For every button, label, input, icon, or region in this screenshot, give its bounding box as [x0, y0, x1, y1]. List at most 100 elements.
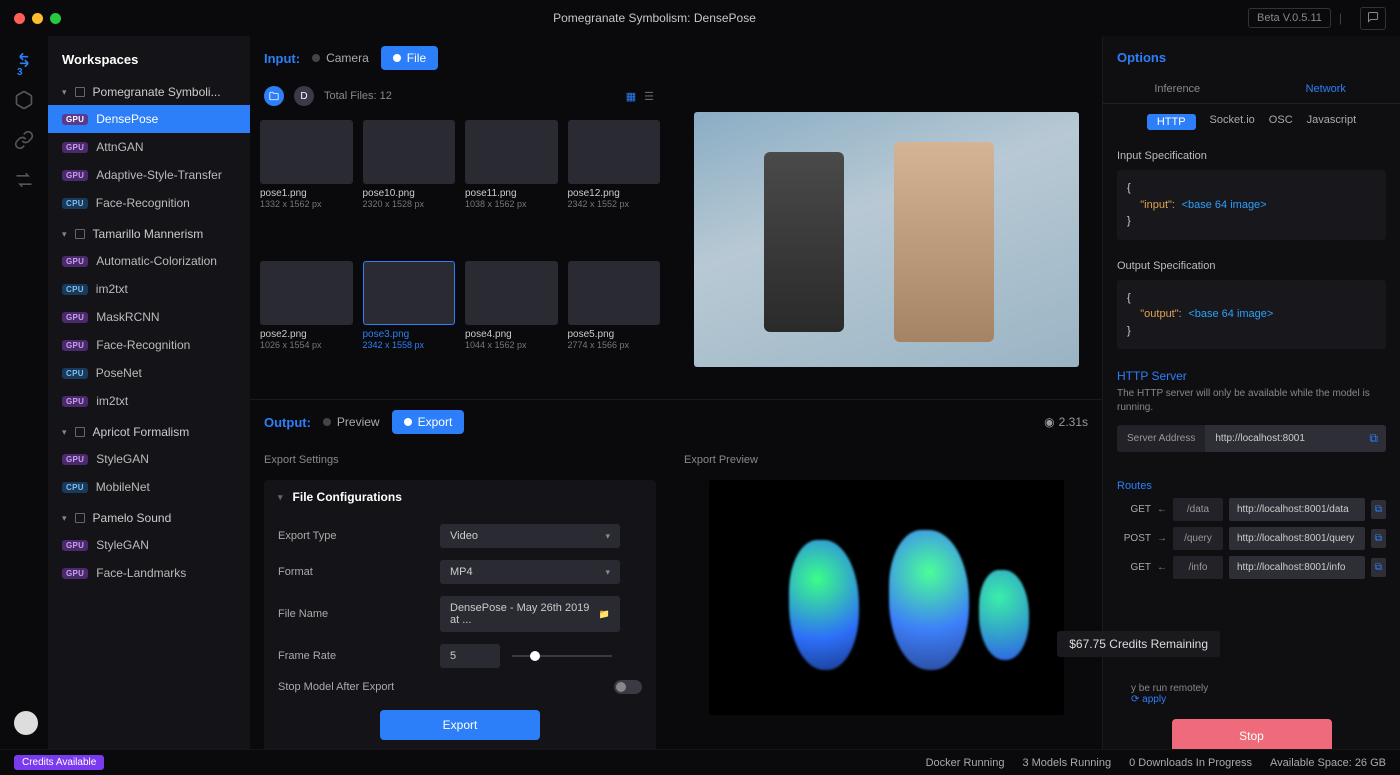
copy-route-icon[interactable]: ⧉: [1371, 529, 1386, 548]
model-item[interactable]: GPUAutomatic-Colorization: [48, 247, 250, 275]
copy-address-icon[interactable]: ⧉: [1361, 425, 1386, 452]
models-status: 3 Models Running: [1022, 757, 1111, 769]
list-view-icon[interactable]: ☰: [642, 88, 656, 105]
filename-input[interactable]: DensePose - May 26th 2019 at ...📁: [440, 596, 620, 632]
workspace-header[interactable]: ▾Tamarillo Mannerism: [48, 221, 250, 247]
file-thumbnail: [465, 120, 558, 184]
input-header: Input: Camera File: [250, 36, 1102, 80]
file-name: pose12.png: [568, 188, 661, 199]
route-path: /query: [1173, 527, 1223, 550]
file-dimensions: 2320 x 1528 px: [363, 199, 456, 209]
file-item[interactable]: pose12.png2342 x 1552 px: [568, 120, 661, 251]
run-remote-text: y be run remotely⟳ apply: [1117, 683, 1386, 705]
file-item[interactable]: pose1.png1332 x 1562 px: [260, 120, 353, 251]
framerate-slider[interactable]: [512, 655, 612, 657]
stop-button[interactable]: Stop: [1172, 719, 1332, 753]
model-item[interactable]: CPUim2txt: [48, 275, 250, 303]
workspaces-icon[interactable]: 3: [14, 50, 34, 70]
workspace-header[interactable]: ▾Apricot Formalism: [48, 419, 250, 445]
credits-remaining: $67.75 Credits Remaining: [1057, 631, 1220, 657]
model-item[interactable]: GPUAttnGAN: [48, 133, 250, 161]
stop-after-toggle[interactable]: [614, 680, 642, 694]
close-window-icon[interactable]: [14, 13, 25, 24]
compute-chip: GPU: [62, 568, 88, 579]
flow-icon[interactable]: [14, 170, 34, 190]
file-item[interactable]: pose4.png1044 x 1562 px: [465, 261, 558, 392]
file-item[interactable]: pose10.png2320 x 1528 px: [363, 120, 456, 251]
workspace-header[interactable]: ▾Pamelo Sound: [48, 505, 250, 531]
model-item[interactable]: GPUAdaptive-Style-Transfer: [48, 161, 250, 189]
model-item[interactable]: CPUFace-Recognition: [48, 189, 250, 217]
export-preview-panel: Export Preview: [670, 444, 1102, 775]
export-type-select[interactable]: Video▾: [440, 524, 620, 548]
output-header: Output: Preview Export ◉2.31s: [250, 400, 1102, 444]
add-icon[interactable]: D: [294, 86, 314, 106]
file-item[interactable]: pose11.png1038 x 1562 px: [465, 120, 558, 251]
input-camera-toggle[interactable]: Camera: [312, 51, 369, 65]
output-preview-toggle[interactable]: Preview: [323, 415, 380, 429]
output-export-toggle[interactable]: Export: [392, 410, 465, 434]
compute-chip: GPU: [62, 454, 88, 465]
copy-route-icon[interactable]: ⧉: [1371, 500, 1386, 519]
file-thumbnail: [260, 261, 353, 325]
folder-icon[interactable]: [264, 86, 284, 106]
http-server-desc: The HTTP server will only be available w…: [1117, 387, 1386, 415]
tab-inference[interactable]: Inference: [1103, 75, 1252, 103]
feedback-icon[interactable]: [1360, 7, 1386, 30]
route-method: POST: [1117, 533, 1151, 544]
compute-chip: CPU: [62, 482, 88, 493]
options-panel: Options Inference Network HTTP Socket.io…: [1102, 36, 1400, 775]
compute-chip: GPU: [62, 256, 88, 267]
export-button[interactable]: Export: [380, 710, 540, 740]
link-icon[interactable]: [14, 130, 34, 150]
file-item[interactable]: pose5.png2774 x 1566 px: [568, 261, 661, 392]
copy-route-icon[interactable]: ⧉: [1371, 558, 1386, 577]
file-item[interactable]: pose2.png1026 x 1554 px: [260, 261, 353, 392]
file-config-accordion[interactable]: ▾File Configurations: [264, 480, 656, 514]
options-heading: Options: [1103, 44, 1400, 75]
route-url[interactable]: http://localhost:8001/query: [1229, 527, 1365, 550]
model-item[interactable]: GPUDensePose: [48, 105, 250, 133]
file-name: pose3.png: [363, 329, 456, 340]
user-avatar[interactable]: [14, 711, 38, 735]
model-item[interactable]: GPUStyleGAN: [48, 445, 250, 473]
credits-badge[interactable]: Credits Available: [14, 755, 104, 770]
tab-network[interactable]: Network: [1252, 75, 1400, 103]
model-name: im2txt: [96, 282, 128, 296]
model-item[interactable]: GPUFace-Landmarks: [48, 559, 250, 587]
framerate-input[interactable]: [440, 644, 500, 668]
pill-socketio[interactable]: Socket.io: [1210, 114, 1255, 130]
arrow-icon: ←: [1157, 504, 1167, 515]
model-item[interactable]: GPUim2txt: [48, 387, 250, 415]
file-item[interactable]: pose3.png2342 x 1558 px: [363, 261, 456, 392]
model-item[interactable]: CPU MobileNet: [48, 473, 250, 501]
pill-javascript[interactable]: Javascript: [1307, 114, 1357, 130]
models-icon[interactable]: [14, 90, 34, 110]
titlebar: Pomegranate Symbolism: DensePose Beta V.…: [0, 0, 1400, 36]
input-file-toggle[interactable]: File: [381, 46, 438, 70]
model-item[interactable]: GPUStyleGAN: [48, 531, 250, 559]
maximize-window-icon[interactable]: [50, 13, 61, 24]
minimize-window-icon[interactable]: [32, 13, 43, 24]
server-address-label: Server Address: [1117, 425, 1205, 452]
model-item[interactable]: GPUMaskRCNN: [48, 303, 250, 331]
model-item[interactable]: CPUPoseNet: [48, 359, 250, 387]
compute-chip: GPU: [62, 170, 88, 181]
server-address-value[interactable]: http://localhost:8001: [1205, 425, 1361, 452]
route-url[interactable]: http://localhost:8001/info: [1229, 556, 1365, 579]
route-url[interactable]: http://localhost:8001/data: [1229, 498, 1365, 521]
model-name: AttnGAN: [96, 140, 143, 154]
model-item[interactable]: GPUFace-Recognition: [48, 331, 250, 359]
pill-osc[interactable]: OSC: [1269, 114, 1293, 130]
workspace-header[interactable]: ▾Pomegranate Symboli...: [48, 79, 250, 105]
route-path: /data: [1173, 498, 1223, 521]
workspace-count-badge: 3: [17, 67, 23, 78]
compute-chip: GPU: [62, 114, 88, 125]
framerate-label: Frame Rate: [278, 650, 428, 662]
grid-view-icon[interactable]: ▦: [624, 88, 638, 105]
pill-http[interactable]: HTTP: [1147, 114, 1196, 130]
sidebar-heading: Workspaces: [48, 44, 250, 79]
model-name: MobileNet: [96, 480, 150, 494]
format-select[interactable]: MP4▾: [440, 560, 620, 584]
file-dimensions: 2774 x 1566 px: [568, 340, 661, 350]
